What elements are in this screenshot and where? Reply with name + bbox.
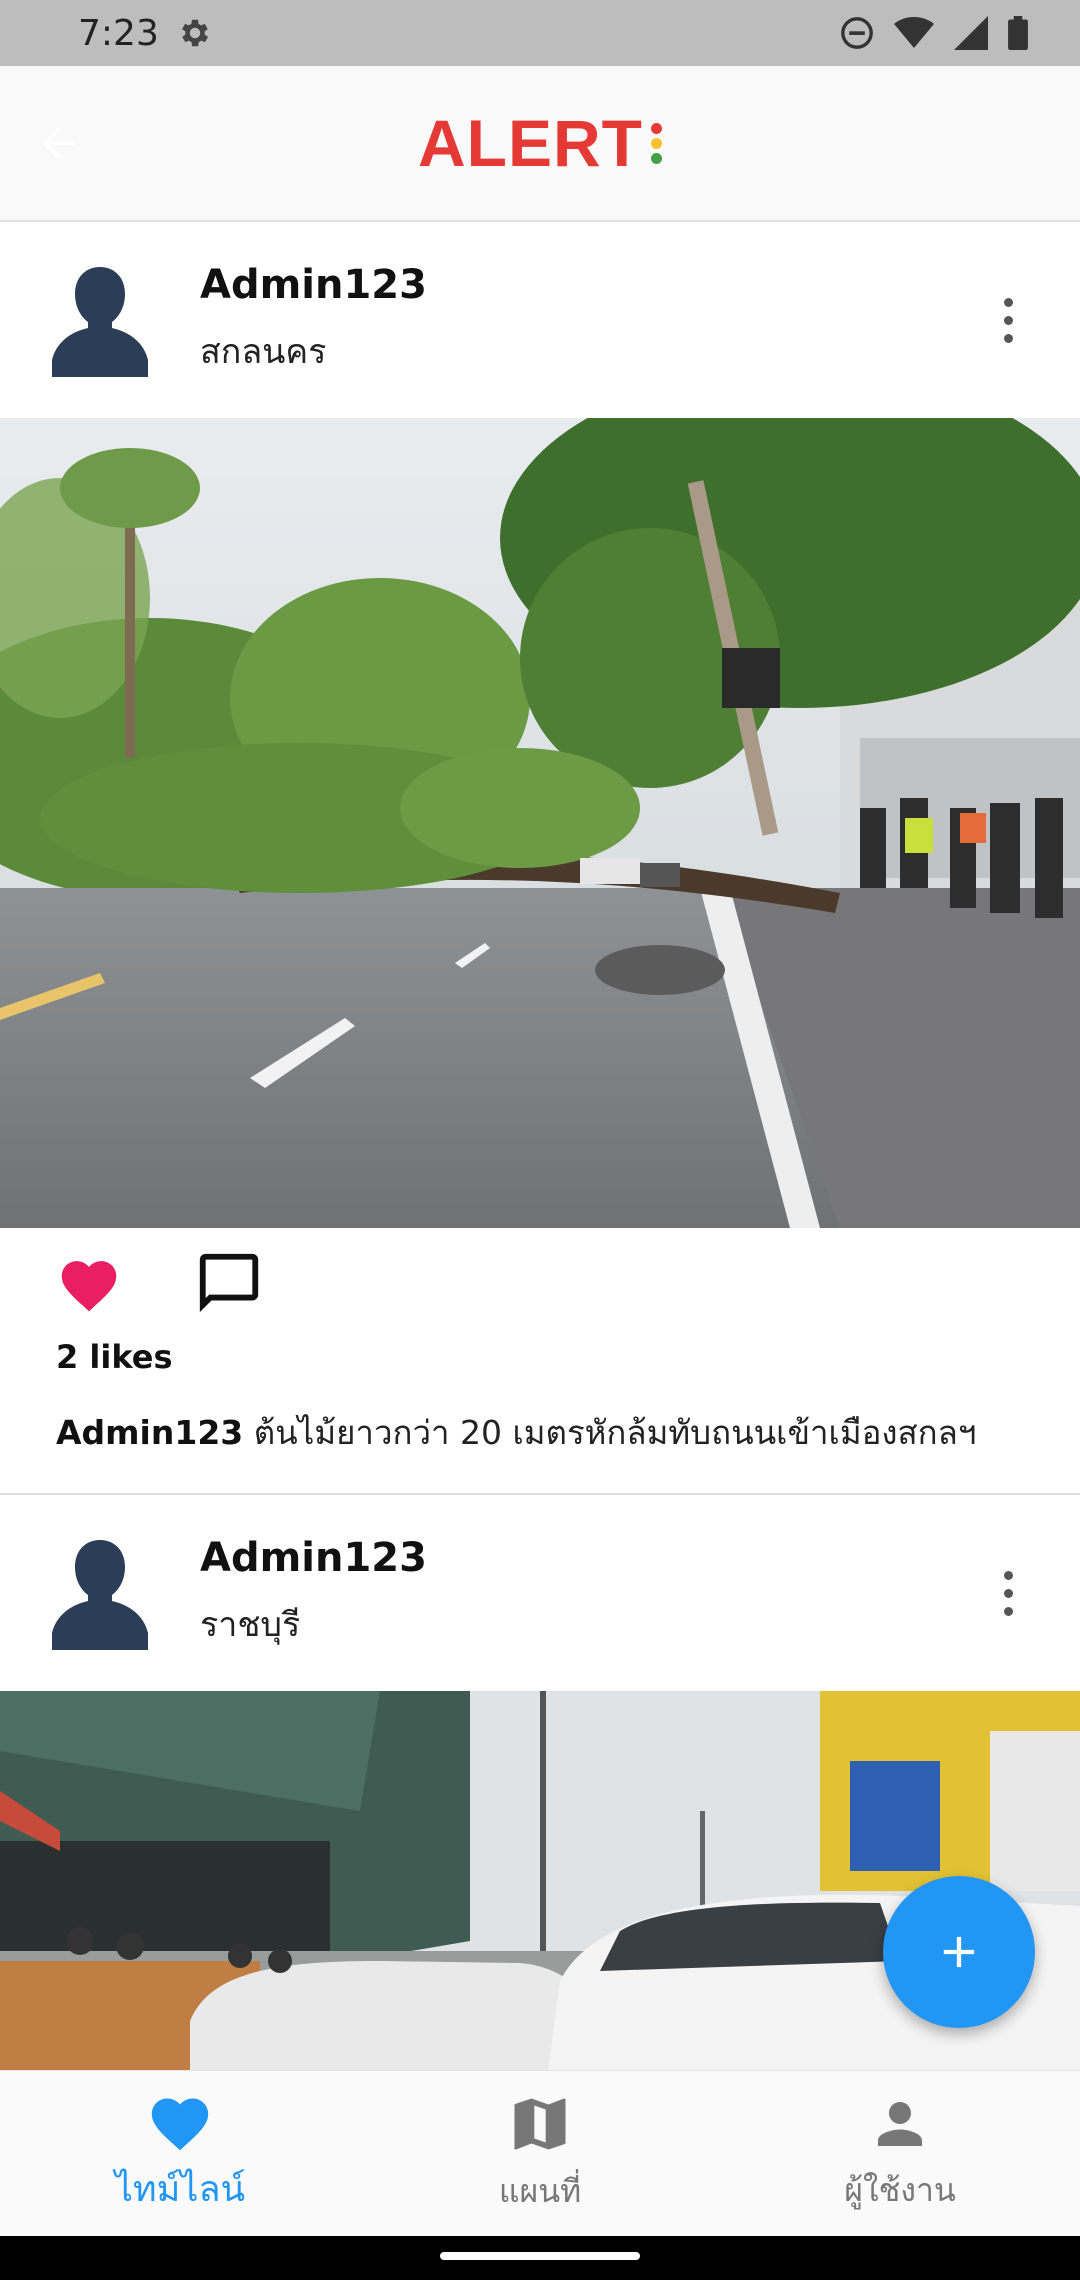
status-bar: 7:23 [0, 0, 1080, 66]
post-photo[interactable] [0, 418, 1080, 1228]
dnd-icon [841, 17, 873, 49]
bottom-navigation: ไทม์ไลน์ แผนที่ ผู้ใช้งาน [0, 2070, 1080, 2236]
person-icon [878, 2102, 922, 2146]
post-card: Admin123 สกลนคร 2 likes Admin123 ต้นไม้ย… [0, 222, 1080, 1495]
back-button[interactable] [30, 115, 86, 171]
comment-icon [199, 1253, 259, 1313]
more-vert-dot [1003, 1588, 1013, 1598]
caption-text: ต้นไม้ยาวกว่า 20 เมตรหักล้มทับถนนเข้าเมื… [243, 1413, 977, 1452]
status-time: 7:23 [78, 12, 159, 54]
caption-username[interactable]: Admin123 [56, 1413, 243, 1452]
nav-label-map: แผนที่ [498, 2172, 582, 2210]
more-options-button[interactable] [988, 290, 1028, 350]
nav-label-timeline: ไทม์ไลน์ [114, 2169, 246, 2210]
post-location: สกลนคร [200, 332, 327, 372]
heart-icon [61, 1261, 117, 1312]
post-actions [0, 1228, 1080, 1338]
logo-dot-red [650, 122, 662, 134]
post-username[interactable]: Admin123 [200, 1535, 427, 1581]
arrow-left-icon [42, 127, 74, 159]
heart-icon [151, 2098, 209, 2151]
likes-count: 2 likes [56, 1338, 173, 1376]
avatar[interactable] [52, 263, 148, 377]
more-vert-dot [1003, 297, 1013, 307]
logo-traffic-light-dots [650, 122, 662, 164]
app-bar: ALERT [0, 66, 1080, 222]
post-header: Admin123 สกลนคร [0, 222, 1080, 418]
signal-icon [954, 16, 988, 50]
post-caption: Admin123 ต้นไม้ยาวกว่า 20 เมตรหักล้มทับถ… [0, 1406, 1080, 1459]
logo-dot-yellow [650, 137, 662, 149]
more-options-button[interactable] [988, 1563, 1028, 1623]
fallen-tree-photo [0, 418, 1080, 1228]
more-vert-dot [1003, 1606, 1013, 1616]
home-gesture-handle[interactable] [440, 2252, 640, 2260]
gear-icon [181, 19, 208, 47]
plus-icon [943, 1936, 975, 1968]
battery-icon [1008, 16, 1028, 50]
nav-label-user: ผู้ใช้งาน [844, 2171, 956, 2209]
system-navigation-bar [0, 2236, 1080, 2280]
app-logo: ALERT [418, 105, 662, 181]
wifi-icon [894, 17, 934, 48]
add-post-button[interactable] [883, 1876, 1035, 2028]
avatar[interactable] [52, 1536, 148, 1650]
nav-item-map[interactable]: แผนที่ [360, 2071, 720, 2236]
post-username[interactable]: Admin123 [200, 262, 427, 308]
comment-button[interactable] [194, 1248, 264, 1318]
map-icon [514, 2098, 566, 2150]
more-vert-dot [1003, 315, 1013, 325]
timeline-feed[interactable]: Admin123 สกลนคร 2 likes Admin123 ต้นไม้ย… [0, 222, 1080, 2070]
post-location: ราชบุรี [200, 1605, 301, 1645]
nav-item-user[interactable]: ผู้ใช้งาน [720, 2071, 1080, 2236]
more-vert-dot [1003, 1570, 1013, 1580]
post-header: Admin123 ราชบุรี [0, 1495, 1080, 1691]
more-vert-dot [1003, 333, 1013, 343]
nav-item-timeline[interactable]: ไทม์ไลน์ [0, 2071, 360, 2236]
logo-dot-green [650, 152, 662, 164]
logo-text: ALERT [418, 106, 643, 180]
like-button[interactable] [56, 1253, 122, 1313]
